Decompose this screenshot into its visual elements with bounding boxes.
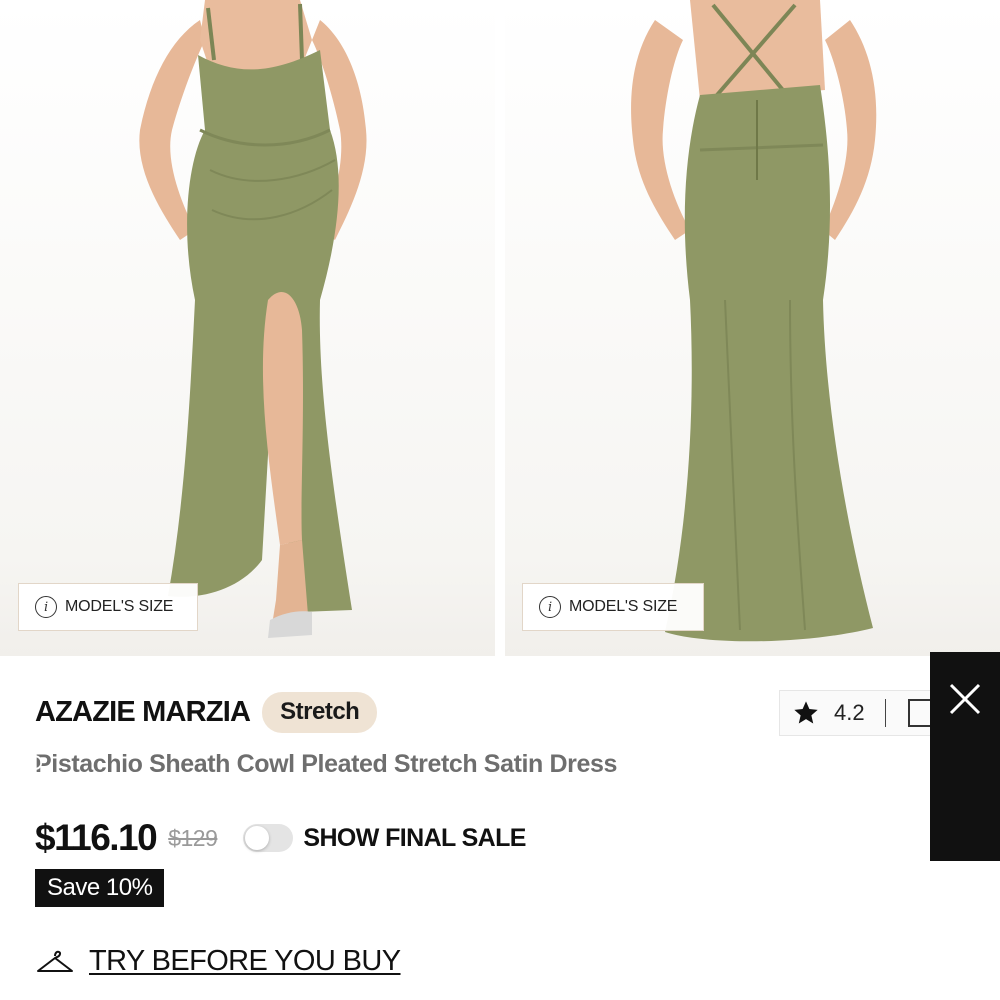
info-icon: i — [539, 596, 561, 618]
try-before-you-buy-link[interactable]: TRY BEFORE YOU BUY — [35, 945, 401, 978]
discount-label: 10% Off — [22, 740, 47, 824]
brand-row: AZAZIE MARZIA Stretch — [35, 692, 378, 733]
product-gallery: i MODEL'S SIZE i MODEL'S SIZE — [0, 0, 1000, 656]
model-size-label: MODEL'S SIZE — [569, 598, 678, 615]
dress-front-illustration — [139, 0, 367, 638]
rating-divider — [884, 699, 886, 727]
dress-back-illustration — [631, 0, 877, 642]
ruler-icon[interactable] — [907, 699, 930, 727]
model-size-button-front[interactable]: i MODEL'S SIZE — [18, 583, 198, 631]
model-size-button-back[interactable]: i MODEL'S SIZE — [522, 583, 704, 631]
original-price: $129 — [168, 824, 218, 851]
toggle-knob — [245, 826, 270, 850]
rating-value: 4.2 — [834, 700, 865, 725]
close-icon[interactable] — [948, 682, 982, 716]
product-image-front[interactable]: i MODEL'S SIZE — [0, 0, 495, 656]
info-icon: i — [35, 596, 57, 618]
product-image-back[interactable]: i MODEL'S SIZE — [505, 0, 1000, 656]
star-icon — [794, 701, 818, 724]
product-name: Pistachio Sheath Cowl Pleated Stretch Sa… — [35, 750, 617, 778]
hanger-icon — [37, 950, 73, 972]
save-badge: Save 10% — [35, 869, 165, 907]
model-size-label: MODEL'S SIZE — [65, 598, 174, 615]
final-sale-label: SHOW FINAL SALE — [303, 823, 526, 852]
try-before-you-buy-label: TRY BEFORE YOU BUY — [89, 945, 401, 977]
price-row: $116.10 $129 SHOW FINAL SALE — [35, 815, 526, 861]
final-sale-toggle[interactable] — [243, 824, 294, 852]
sale-price: $116.10 — [35, 817, 158, 858]
brand-name[interactable]: AZAZIE MARZIA — [35, 696, 251, 729]
discount-tab[interactable] — [930, 652, 1000, 861]
rating-box[interactable]: 4.2 — [779, 690, 939, 736]
stretch-badge: Stretch — [262, 692, 378, 733]
